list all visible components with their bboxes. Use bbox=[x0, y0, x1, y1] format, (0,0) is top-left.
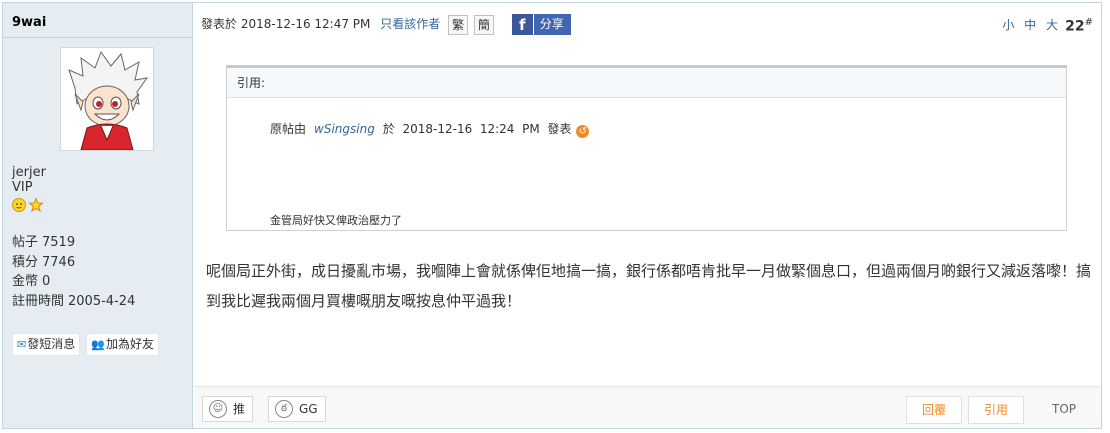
push-label: 推 bbox=[233, 402, 246, 416]
avatar[interactable] bbox=[60, 47, 154, 151]
stat-label: 帖子 bbox=[12, 235, 39, 250]
stat-credits: 積分 7746 bbox=[12, 253, 135, 273]
stat-label: 註冊時間 bbox=[12, 293, 65, 309]
post-content: 呢個局正外街，成日擾亂市場，我嗰陣上會就係俾佢地搞一搞，銀行係都唔肯批早一月做緊… bbox=[206, 262, 1092, 310]
goto-post-icon[interactable]: ↺ bbox=[576, 125, 590, 138]
add-friend-label: 加為好友 bbox=[105, 337, 154, 351]
share-label: 分享 bbox=[533, 14, 571, 35]
users-icon: 👥 bbox=[91, 338, 105, 351]
user-stats: 帖子 7519 積分 7746 金幣 0 註冊時間 2005-4-24 bbox=[12, 233, 135, 311]
quote-by-prefix: 原帖由 bbox=[270, 122, 307, 136]
stat-value: 0 bbox=[42, 274, 51, 289]
stat-registered: 註冊時間 2005-4-24 bbox=[12, 292, 135, 312]
quote-button[interactable]: 引用 bbox=[968, 396, 1024, 424]
quote-block: 引用: 原帖由 wSingsing 於 2018-12-16 12:24 PM 發表… bbox=[226, 65, 1067, 231]
font-size-switcher[interactable]: 小 中 大 bbox=[1002, 16, 1061, 33]
thumbs-up-icon: ☺ bbox=[209, 400, 227, 418]
traditional-button[interactable]: 繁 bbox=[448, 14, 469, 35]
quote-author-link[interactable]: wSingsing bbox=[314, 122, 375, 136]
quote-date: 2018-12-16 bbox=[402, 122, 473, 136]
user-info: jerjer VIP bbox=[12, 165, 46, 215]
floor-value: 22 bbox=[1065, 18, 1085, 35]
quote-header: 引用: bbox=[227, 68, 1066, 98]
stat-gold: 金幣 0 bbox=[12, 272, 135, 292]
top-button[interactable]: TOP bbox=[1036, 396, 1092, 424]
gg-label: GG bbox=[299, 402, 318, 416]
post-meta: 發表於 2018-12-16 12:47 PM 只看該作者 繁 簡 f 分享 bbox=[201, 13, 571, 35]
push-button[interactable]: ☺ 推 bbox=[202, 396, 254, 422]
stat-value: 7746 bbox=[42, 254, 76, 270]
quote-at: 於 bbox=[382, 122, 395, 136]
reply-button[interactable]: 回覆 bbox=[906, 396, 962, 424]
gg-button[interactable]: ఠ GG bbox=[268, 396, 326, 422]
user-actions: ✉發短消息 👥加為好友 bbox=[12, 333, 165, 356]
stat-label: 金幣 bbox=[12, 274, 39, 289]
user-group: VIP bbox=[12, 180, 33, 195]
quote-attribution: 原帖由 wSingsing 於 2018-12-16 12:24 PM 發表 ↺ bbox=[270, 120, 590, 138]
add-friend-button[interactable]: 👥加為好友 bbox=[86, 333, 159, 356]
stat-posts: 帖子 7519 bbox=[12, 233, 135, 253]
stat-value: 2005-4-24 bbox=[68, 293, 136, 309]
quote-ampm: PM bbox=[522, 122, 540, 136]
posted-prefix: 發表於 bbox=[201, 17, 238, 31]
quote-posted: 發表 bbox=[547, 122, 572, 136]
floor-number[interactable]: 22# bbox=[1065, 17, 1093, 35]
facebook-icon: f bbox=[511, 14, 533, 35]
floor-mark: # bbox=[1084, 17, 1093, 28]
simplified-button[interactable]: 簡 bbox=[473, 14, 494, 35]
quote-body: 金管局好快又俾政治壓力了 bbox=[270, 214, 402, 227]
author-only-link[interactable]: 只看該作者 bbox=[380, 17, 440, 31]
user-id: jerjer bbox=[12, 165, 46, 180]
stat-label: 積分 bbox=[12, 254, 39, 270]
send-message-button[interactable]: ✉發短消息 bbox=[12, 333, 81, 356]
pig-face-icon: ఠ bbox=[275, 400, 293, 418]
post-container: 9wai jerjer VIP 帖子 7519 積分 7746 金幣 0 註冊時… bbox=[2, 2, 1102, 429]
post-footer: ☺ 推 ఠ GG 回覆 引用 TOP bbox=[194, 386, 1101, 428]
facebook-share-button[interactable]: f 分享 bbox=[511, 14, 571, 35]
envelope-icon: ✉ bbox=[17, 338, 27, 351]
quote-time: 12:24 bbox=[479, 122, 515, 136]
username[interactable]: 9wai bbox=[3, 3, 192, 38]
posted-time: 2018-12-16 12:47 PM bbox=[240, 17, 371, 31]
user-sidebar: 9wai jerjer VIP 帖子 7519 積分 7746 金幣 0 註冊時… bbox=[3, 3, 193, 428]
rank-icons bbox=[12, 197, 46, 215]
stat-value: 7519 bbox=[42, 235, 76, 250]
send-message-label: 發短消息 bbox=[27, 337, 76, 351]
